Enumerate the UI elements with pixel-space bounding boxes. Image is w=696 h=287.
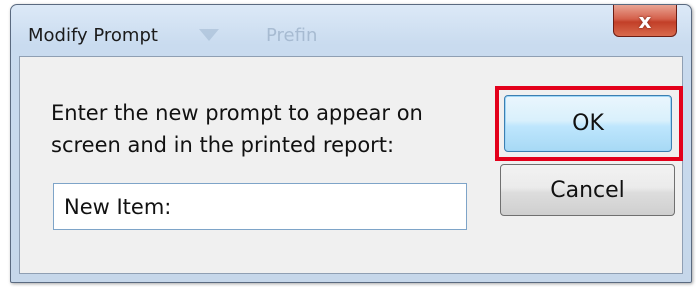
background-dropdown-icon	[199, 29, 219, 41]
prompt-message-line-2: screen and in the printed report:	[51, 133, 395, 157]
prompt-message: Enter the new prompt to appear on screen…	[51, 97, 481, 161]
ok-button[interactable]: OK	[504, 95, 672, 152]
background-window-text: Prefin	[266, 25, 318, 46]
modify-prompt-dialog: Modify Prompt Prefin x Enter the new pro…	[10, 4, 692, 283]
prompt-message-line-1: Enter the new prompt to appear on	[51, 101, 423, 125]
prompt-input[interactable]	[53, 183, 467, 230]
close-button[interactable]: x	[613, 5, 677, 37]
cancel-button[interactable]: Cancel	[500, 164, 675, 216]
dialog-body: Enter the new prompt to appear on screen…	[19, 56, 683, 274]
window-title: Modify Prompt	[28, 25, 158, 46]
close-icon: x	[638, 8, 652, 33]
title-bar[interactable]: Modify Prompt Prefin x	[11, 5, 691, 57]
